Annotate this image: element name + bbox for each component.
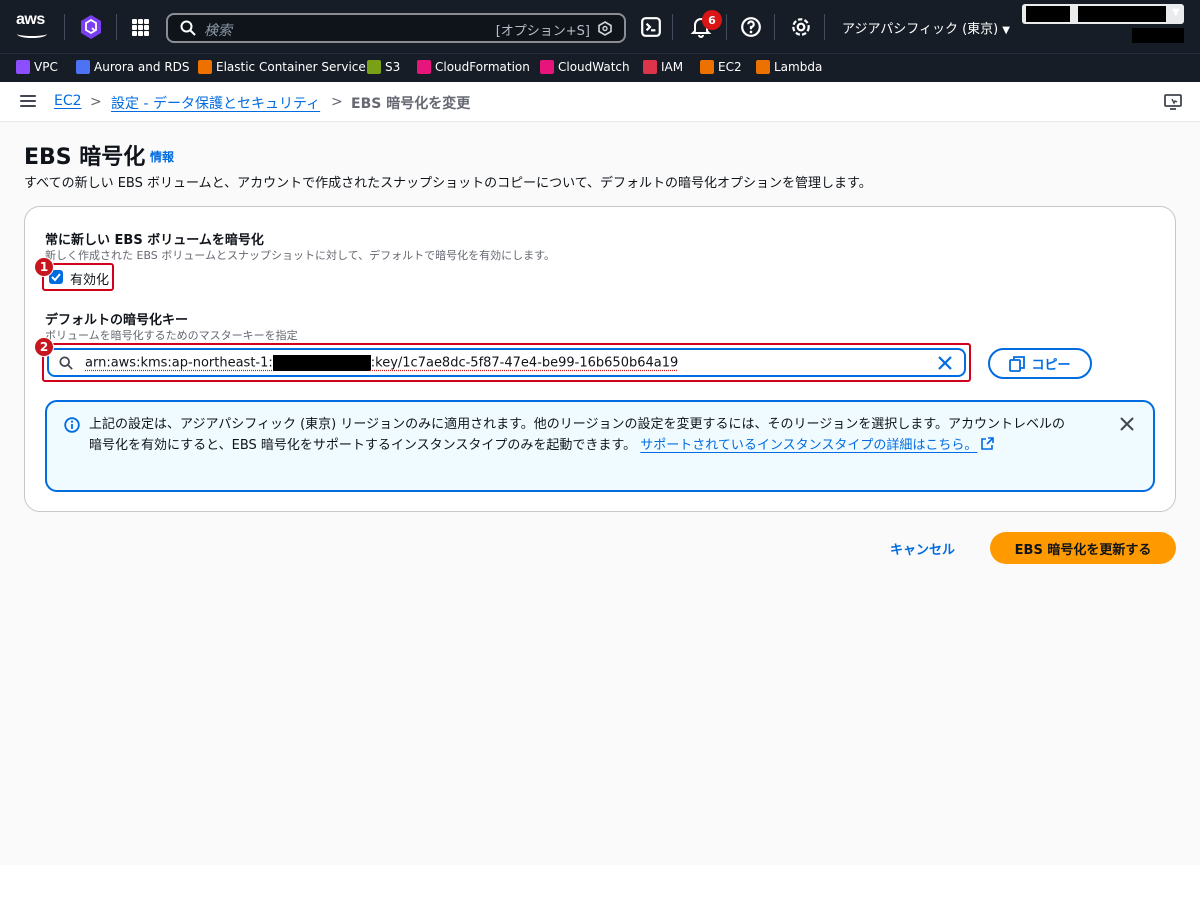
cloudshell-icon[interactable]	[640, 16, 662, 38]
step-badge-2: 2	[34, 337, 54, 357]
redacted-account-name	[1026, 6, 1070, 22]
step-badge-1: 1	[34, 257, 54, 277]
default-key-description: ボリュームを暗号化するためのマスターキーを指定	[45, 329, 298, 342]
help-icon[interactable]	[740, 16, 762, 38]
nav-divider	[64, 14, 65, 40]
aws-logo-text: aws	[16, 11, 45, 28]
kms-key-value: arn:aws:kms:ap-northeast-1: :key/1c7ae8dc…	[85, 355, 678, 371]
global-search-input[interactable]: 検索 [オプション+S]	[166, 13, 626, 43]
menu-icon[interactable]	[20, 95, 36, 107]
info-icon	[64, 417, 80, 433]
s3-icon	[367, 60, 381, 74]
chevron-right-icon: >	[90, 94, 102, 110]
nav-divider	[774, 14, 775, 40]
tools-panel-icon[interactable]	[1164, 94, 1182, 110]
search-icon	[59, 356, 73, 370]
always-encrypt-description: 新しく作成された EBS ボリュームとスナップショットに対して、デフォルトで暗号…	[45, 249, 555, 262]
favorite-aurora-rds[interactable]: Aurora and RDS	[76, 60, 190, 74]
nav-divider	[726, 14, 727, 40]
aws-logo[interactable]: aws	[16, 12, 50, 40]
nav-divider	[824, 14, 825, 40]
redacted-role	[1132, 28, 1184, 43]
ecs-icon	[198, 60, 212, 74]
always-encrypt-label: 常に新しい EBS ボリュームを暗号化	[45, 233, 264, 248]
key-field-highlight: arn:aws:kms:ap-northeast-1: :key/1c7ae8dc…	[42, 343, 971, 382]
default-key-label: デフォルトの暗号化キー	[45, 313, 189, 328]
supported-instances-link[interactable]: サポートされているインスタンスタイプの詳細はこちら。	[640, 438, 977, 453]
kms-key-input[interactable]: arn:aws:kms:ap-northeast-1: :key/1c7ae8dc…	[47, 348, 966, 377]
encryption-settings-panel: 常に新しい EBS ボリュームを暗号化 新しく作成された EBS ボリュームとス…	[24, 206, 1176, 512]
external-link-icon[interactable]	[981, 437, 995, 450]
search-placeholder: 検索	[204, 23, 232, 39]
redacted-account-id	[1078, 6, 1166, 22]
favorites-bar: VPC Aurora and RDS Elastic Container Ser…	[0, 53, 1200, 82]
favorite-cloudformation[interactable]: CloudFormation	[417, 60, 530, 74]
page-title: EBS 暗号化	[24, 145, 146, 170]
aws-smile-icon	[17, 30, 47, 38]
breadcrumb-bar: EC2 > 設定 - データ保護とセキュリティ > EBS 暗号化を変更	[0, 82, 1200, 122]
amazon-q-icon[interactable]	[79, 14, 103, 40]
kms-key-prefix: arn:aws:kms:ap-northeast-1:	[85, 355, 273, 371]
favorite-ec2[interactable]: EC2	[700, 60, 742, 74]
favorite-lambda[interactable]: Lambda	[756, 60, 822, 74]
main-content: EBS 暗号化 情報 すべての新しい EBS ボリュームと、アカウントで作成され…	[0, 123, 1200, 865]
dismiss-alert-icon[interactable]	[1119, 416, 1135, 432]
favorite-iam[interactable]: IAM	[643, 60, 683, 74]
cloudwatch-icon	[540, 60, 554, 74]
ec2-icon	[700, 60, 714, 74]
iam-icon	[643, 60, 657, 74]
region-info-alert: 上記の設定は、アジアパシフィック (東京) リージョンのみに適用されます。他のリ…	[45, 400, 1155, 492]
enable-label: 有効化	[70, 273, 110, 288]
cloudformation-icon	[417, 60, 431, 74]
region-selector[interactable]: アジアパシフィック (東京) ▼	[842, 18, 1010, 37]
chevron-right-icon: >	[331, 94, 343, 110]
copy-button[interactable]: コピー	[988, 348, 1092, 379]
alert-text: 上記の設定は、アジアパシフィック (東京) リージョンのみに適用されます。他のリ…	[89, 414, 1069, 456]
search-icon	[180, 20, 196, 36]
copy-label: コピー	[1031, 358, 1071, 373]
favorite-ecs[interactable]: Elastic Container Service	[198, 60, 366, 74]
region-label: アジアパシフィック (東京)	[842, 22, 999, 37]
lambda-icon	[756, 60, 770, 74]
notification-badge: 6	[702, 10, 722, 30]
clear-icon[interactable]	[936, 354, 954, 372]
breadcrumb-current: EBS 暗号化を変更	[351, 96, 471, 112]
breadcrumb-settings[interactable]: 設定 - データ保護とセキュリティ	[111, 93, 320, 113]
gear-icon[interactable]	[790, 16, 812, 38]
update-encryption-button[interactable]: EBS 暗号化を更新する	[990, 532, 1176, 564]
cancel-button[interactable]: キャンセル	[890, 539, 955, 558]
nav-divider	[672, 14, 673, 40]
q-hex-icon	[598, 21, 612, 36]
nav-divider	[116, 14, 117, 40]
copy-icon	[1009, 355, 1026, 372]
favorite-cloudwatch[interactable]: CloudWatch	[540, 60, 630, 74]
breadcrumb-ec2[interactable]: EC2	[54, 93, 82, 109]
rds-icon	[76, 60, 90, 74]
top-navigation: aws 検索 [オプション+S] 6 アジアパシフィック (東京) ▼ ▼	[0, 0, 1200, 53]
search-shortcut: [オプション+S]	[495, 24, 590, 39]
vpc-icon	[16, 60, 30, 74]
favorite-vpc[interactable]: VPC	[16, 60, 58, 74]
account-caret-icon: ▼	[1172, 7, 1180, 18]
info-link[interactable]: 情報	[150, 148, 174, 165]
favorite-s3[interactable]: S3	[367, 60, 400, 74]
redacted-account-id	[272, 355, 371, 371]
page-description: すべての新しい EBS ボリュームと、アカウントで作成されたスナップショットのコ…	[24, 176, 872, 191]
services-grid-icon[interactable]	[132, 19, 149, 36]
caret-down-icon: ▼	[1002, 25, 1010, 36]
kms-key-suffix: :key/1c7ae8dc-5f87-47e4-be99-16b650b64a1…	[370, 355, 679, 371]
